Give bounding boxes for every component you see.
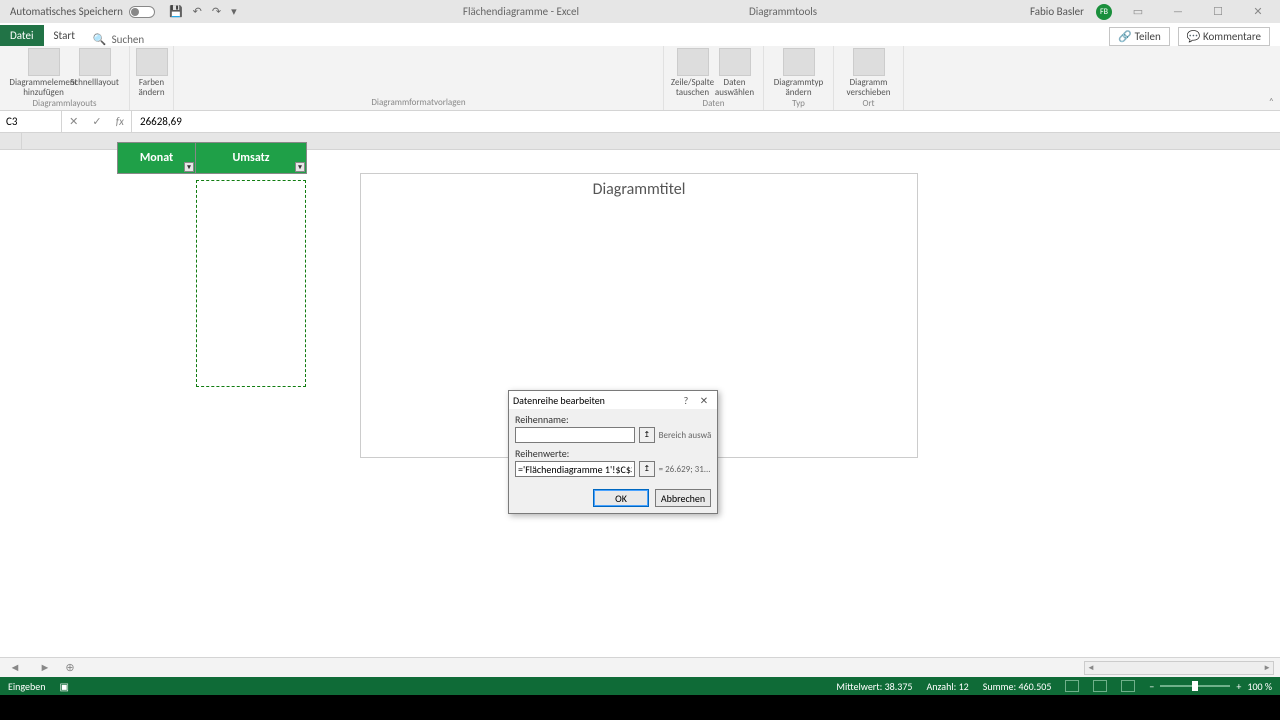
undo-icon[interactable]: ↶	[193, 5, 202, 18]
ribbon-tabs: Datei Start 🔍 Suchen 🔗 Teilen 💬 Kommenta…	[0, 23, 1280, 46]
sheet-nav-prev-icon[interactable]: ◄	[10, 661, 21, 674]
sheet-nav-next-icon[interactable]: ►	[40, 661, 51, 674]
fx-icon[interactable]: fx	[116, 115, 124, 128]
dialog-close-icon[interactable]: ✕	[695, 394, 713, 407]
series-values-preview: = 26.629; 31...	[659, 464, 711, 475]
group-label-type: Typ	[792, 98, 805, 109]
tell-me-search[interactable]: 🔍 Suchen	[93, 33, 144, 46]
plot-area[interactable]	[411, 209, 896, 399]
new-sheet-button[interactable]: ⊕	[60, 661, 80, 674]
save-icon[interactable]: 💾	[169, 5, 183, 18]
col-header-umsatz[interactable]: Umsatz▾	[196, 143, 306, 173]
name-box[interactable]: C3	[0, 111, 62, 132]
area-series	[411, 209, 896, 399]
ribbon: Diagrammelement hinzufügen Schnelllayout…	[0, 46, 1280, 111]
document-title: Flächendiagramme - Excel	[463, 5, 579, 18]
mode-indicator: Eingeben	[8, 680, 46, 693]
select-data-button[interactable]: Daten auswählen	[716, 48, 754, 98]
share-button[interactable]: 🔗 Teilen	[1109, 27, 1169, 46]
filter-dropdown-icon[interactable]: ▾	[184, 162, 194, 172]
close-icon[interactable]: ✕	[1244, 5, 1272, 18]
range-picker-icon[interactable]: ↥	[639, 427, 655, 443]
group-label-loc: Ort	[862, 98, 874, 109]
autosave-toggle[interactable]	[129, 6, 155, 18]
cancel-formula-icon[interactable]: ✕	[69, 115, 78, 128]
view-pagebreak-icon[interactable]	[1121, 680, 1135, 692]
comments-button[interactable]: 💬 Kommentare	[1178, 27, 1270, 46]
ribbon-options-icon[interactable]: ▭	[1124, 5, 1152, 18]
quick-layout-button[interactable]: Schnelllayout	[76, 48, 114, 88]
group-label-layouts: Diagrammlayouts	[33, 98, 97, 109]
enter-formula-icon[interactable]: ✓	[92, 115, 101, 128]
series-values-label: Reihenwerte:	[515, 447, 569, 460]
series-name-label: Reihenname:	[515, 413, 569, 426]
help-icon[interactable]: ?	[677, 394, 695, 407]
zoom-slider[interactable]	[1160, 685, 1230, 687]
group-label-styles: Diagrammformatvorlagen	[371, 97, 465, 108]
col-header-month[interactable]: Monat▾	[118, 143, 196, 173]
formula-input[interactable]: 26628,69	[132, 115, 190, 128]
edit-series-dialog: Datenreihe bearbeiten ? ✕ Reihenname: ↥ …	[508, 390, 718, 514]
chart-title[interactable]: Diagrammtitel	[361, 174, 917, 201]
formula-bar: C3 ✕ ✓ fx 26628,69	[0, 111, 1280, 133]
switch-row-col-button[interactable]: Zeile/Spalte tauschen	[674, 48, 712, 98]
user-avatar[interactable]: FB	[1096, 4, 1112, 20]
add-chart-element-button[interactable]: Diagrammelement hinzufügen	[16, 48, 72, 98]
series-name-input[interactable]	[515, 427, 635, 443]
filter-dropdown-icon[interactable]: ▾	[295, 162, 305, 172]
ok-button[interactable]: OK	[593, 489, 649, 507]
user-name: Fabio Basler	[1030, 5, 1084, 18]
cancel-button[interactable]: Abbrechen	[655, 489, 711, 507]
status-bar: Eingeben ▣ Mittelwert: 38.375 Anzahl: 12…	[0, 677, 1280, 695]
context-tool-title: Diagrammtools	[749, 5, 817, 18]
change-colors-button[interactable]: Farben ändern	[133, 48, 171, 98]
series-values-input[interactable]	[515, 461, 635, 477]
sheet-tab-bar: ◄ ► ⊕ ◄►	[0, 657, 1280, 677]
search-icon: 🔍	[93, 33, 107, 46]
horizontal-scrollbar[interactable]: ◄►	[1084, 661, 1274, 675]
dialog-title: Datenreihe bearbeiten	[513, 394, 677, 407]
move-chart-button[interactable]: Diagramm verschieben	[841, 48, 897, 98]
group-label-data: Daten	[703, 98, 725, 109]
series-name-hint: Bereich auswählen	[659, 430, 711, 441]
autosave-label: Automatisches Speichern	[10, 5, 123, 18]
redo-icon[interactable]: ↷	[212, 5, 221, 18]
tab-file[interactable]: Datei	[0, 25, 44, 46]
view-normal-icon[interactable]	[1065, 680, 1079, 692]
zoom-out-icon[interactable]: −	[1149, 680, 1154, 693]
worksheet[interactable]: Monat▾ Umsatz▾ Diagrammtitel Datenreihe …	[0, 133, 1280, 657]
zoom-in-icon[interactable]: +	[1236, 680, 1241, 693]
macro-record-icon[interactable]: ▣	[60, 680, 69, 693]
qat-more-icon[interactable]: ▾	[231, 5, 237, 18]
selection-ants	[196, 180, 306, 387]
minimize-icon[interactable]: —	[1164, 5, 1192, 18]
range-picker-icon[interactable]: ↥	[639, 461, 655, 477]
change-chart-type-button[interactable]: Diagrammtyp ändern	[771, 48, 827, 98]
collapse-ribbon-icon[interactable]: ˄	[1269, 95, 1274, 108]
tab-start[interactable]: Start	[44, 25, 85, 46]
data-table: Monat▾ Umsatz▾	[117, 142, 307, 174]
maximize-icon[interactable]: ☐	[1204, 5, 1232, 18]
titlebar: Automatisches Speichern 💾 ↶ ↷ ▾ Flächend…	[0, 0, 1280, 23]
view-pagelayout-icon[interactable]	[1093, 680, 1107, 692]
zoom-level[interactable]: 100 %	[1247, 680, 1272, 693]
select-all-corner[interactable]	[0, 133, 22, 149]
